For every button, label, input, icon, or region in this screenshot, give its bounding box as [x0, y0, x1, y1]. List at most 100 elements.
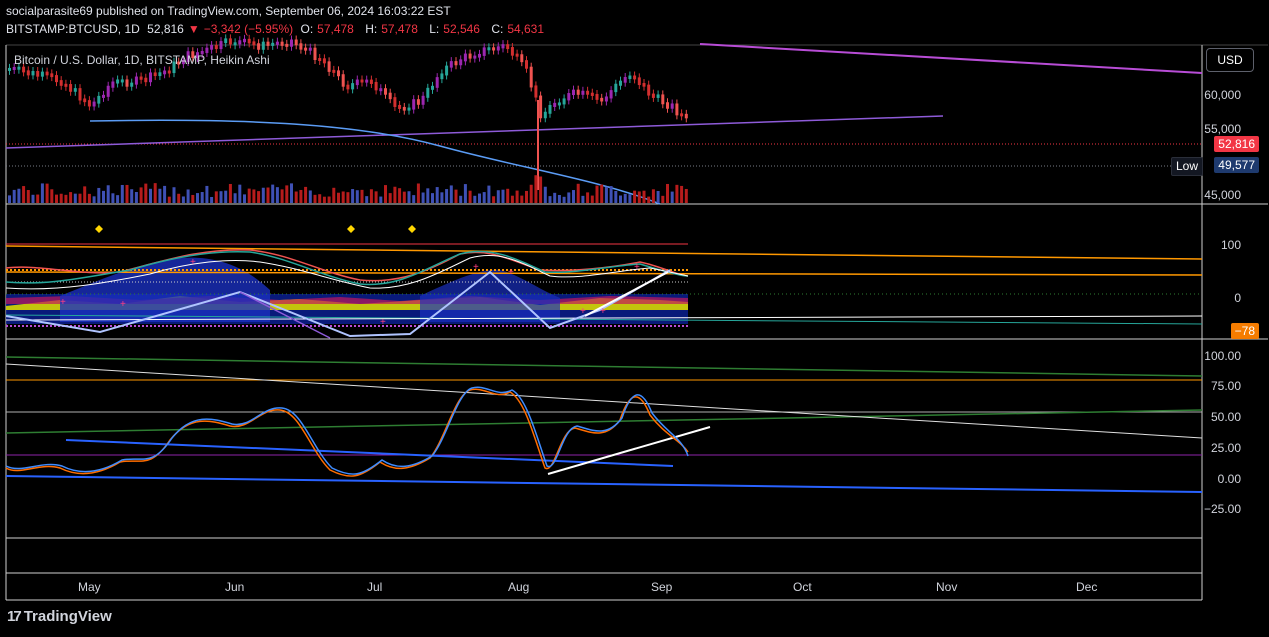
candle-body	[595, 93, 599, 100]
volume-bar	[553, 192, 557, 203]
candle-body	[285, 43, 289, 47]
candle-body	[275, 41, 279, 45]
footer-brand[interactable]: 17 TradingView	[7, 608, 112, 625]
candle-body	[17, 66, 21, 70]
candle-body	[243, 38, 246, 43]
chart-canvas[interactable]: + + + + + + + + +	[0, 0, 1269, 637]
svg-text:+: +	[60, 297, 66, 308]
volume-bar	[543, 186, 547, 203]
volume-bar	[275, 187, 279, 203]
volume-bar	[633, 190, 637, 203]
volume-bar	[637, 191, 641, 203]
time-axis-label: Jul	[367, 580, 383, 594]
osc1-value-tag: −78	[1230, 323, 1259, 339]
candle-body	[304, 47, 308, 51]
candle-body	[379, 88, 383, 92]
candle-body	[318, 58, 322, 62]
chart-title: Bitcoin / U.S. Dollar, 1D, BITSTAMP, Hei…	[14, 53, 270, 67]
candle-body	[393, 97, 397, 107]
volume-bar	[191, 194, 195, 203]
osc2-axis-label: 0.00	[1217, 472, 1241, 486]
volume-bar	[642, 190, 646, 203]
candle-body	[120, 79, 124, 83]
candle-body	[26, 70, 30, 76]
candle-body	[116, 79, 120, 84]
volume-bar	[299, 189, 303, 203]
candle-body	[398, 104, 402, 109]
candle-body	[543, 111, 547, 119]
candle-body	[134, 76, 138, 85]
candle-body	[431, 85, 434, 90]
volume-bar	[261, 187, 265, 203]
volume-bar	[167, 196, 171, 203]
candle-body	[675, 103, 679, 116]
volume-bar	[506, 188, 510, 203]
volume-bar	[487, 185, 491, 203]
volume-bar	[492, 196, 496, 203]
candle-body	[416, 99, 420, 105]
candle-body	[365, 79, 369, 83]
candle-body	[482, 47, 486, 56]
volume-bar	[233, 193, 237, 203]
candle-body	[106, 85, 110, 97]
candle-body	[167, 70, 171, 74]
volume-bar	[440, 192, 444, 203]
volume-bar	[172, 187, 176, 203]
resistance-trendline	[699, 43, 1203, 74]
candle-body	[463, 53, 467, 62]
volume-bar	[87, 193, 91, 203]
candle-body	[87, 100, 91, 107]
volume-bar	[510, 195, 514, 203]
candle-body	[572, 89, 575, 96]
osc2-axis-label: −25.00	[1203, 502, 1241, 516]
volume-bar	[534, 175, 538, 203]
volume-bar	[243, 194, 246, 203]
candle-body	[22, 66, 26, 73]
time-axis-label: May	[78, 580, 101, 594]
candle-body	[40, 71, 44, 77]
osc2-axis-label: 75.00	[1210, 379, 1241, 393]
volume-bar	[421, 192, 425, 203]
candle-body	[73, 88, 77, 92]
candle-body	[153, 72, 157, 77]
candle-body	[548, 104, 552, 114]
volume-bar	[600, 184, 604, 203]
candle-body	[327, 61, 331, 72]
volume-bar	[355, 190, 359, 203]
time-axis-label: Oct	[793, 580, 812, 594]
volume-bar	[670, 191, 674, 203]
volume-bar	[623, 193, 627, 203]
candle-body	[163, 70, 167, 75]
candle-body	[12, 66, 16, 70]
volume-bar	[163, 185, 167, 203]
volume-bar	[247, 188, 251, 203]
volume-bar	[177, 193, 181, 203]
candle-body	[656, 94, 660, 98]
low-label-tag: Low	[1171, 157, 1204, 176]
svg-text:+: +	[634, 262, 640, 273]
price-axis-label: 55,000	[1204, 122, 1241, 136]
candle-body	[539, 95, 543, 119]
volume-bar	[73, 193, 77, 203]
currency-button[interactable]: USD	[1206, 48, 1254, 72]
candle-body	[144, 77, 148, 83]
volume-bar	[384, 185, 387, 203]
volume-bar	[69, 192, 73, 203]
last-price-tag: 52,816	[1214, 136, 1259, 152]
volume-bar	[576, 183, 580, 203]
candle-body	[506, 44, 510, 50]
candle-body	[600, 97, 604, 102]
candle-body	[609, 90, 613, 99]
volume-bar	[398, 188, 402, 203]
volume-bar	[116, 195, 120, 203]
volume-bar	[567, 192, 571, 203]
candle-body	[614, 83, 618, 93]
volume-bar	[294, 191, 298, 203]
candle-body	[666, 102, 669, 109]
volume-bar	[337, 192, 340, 203]
volume-bar	[647, 196, 651, 203]
candle-body	[637, 77, 641, 86]
volume-bar	[55, 194, 58, 203]
volume-bar	[628, 194, 632, 203]
candle-body	[520, 54, 524, 63]
